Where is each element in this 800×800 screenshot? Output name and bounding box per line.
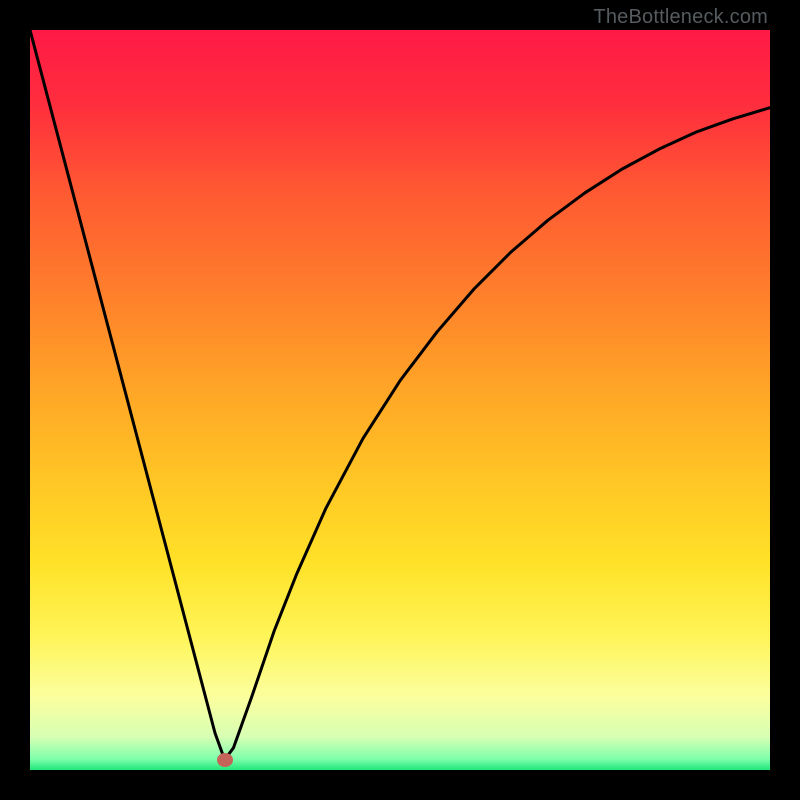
watermark-text: TheBottleneck.com	[593, 6, 768, 29]
bottleneck-curve	[30, 30, 770, 770]
chart-frame	[30, 30, 770, 770]
optimal-point-marker	[217, 753, 233, 767]
curve-path	[30, 30, 770, 760]
